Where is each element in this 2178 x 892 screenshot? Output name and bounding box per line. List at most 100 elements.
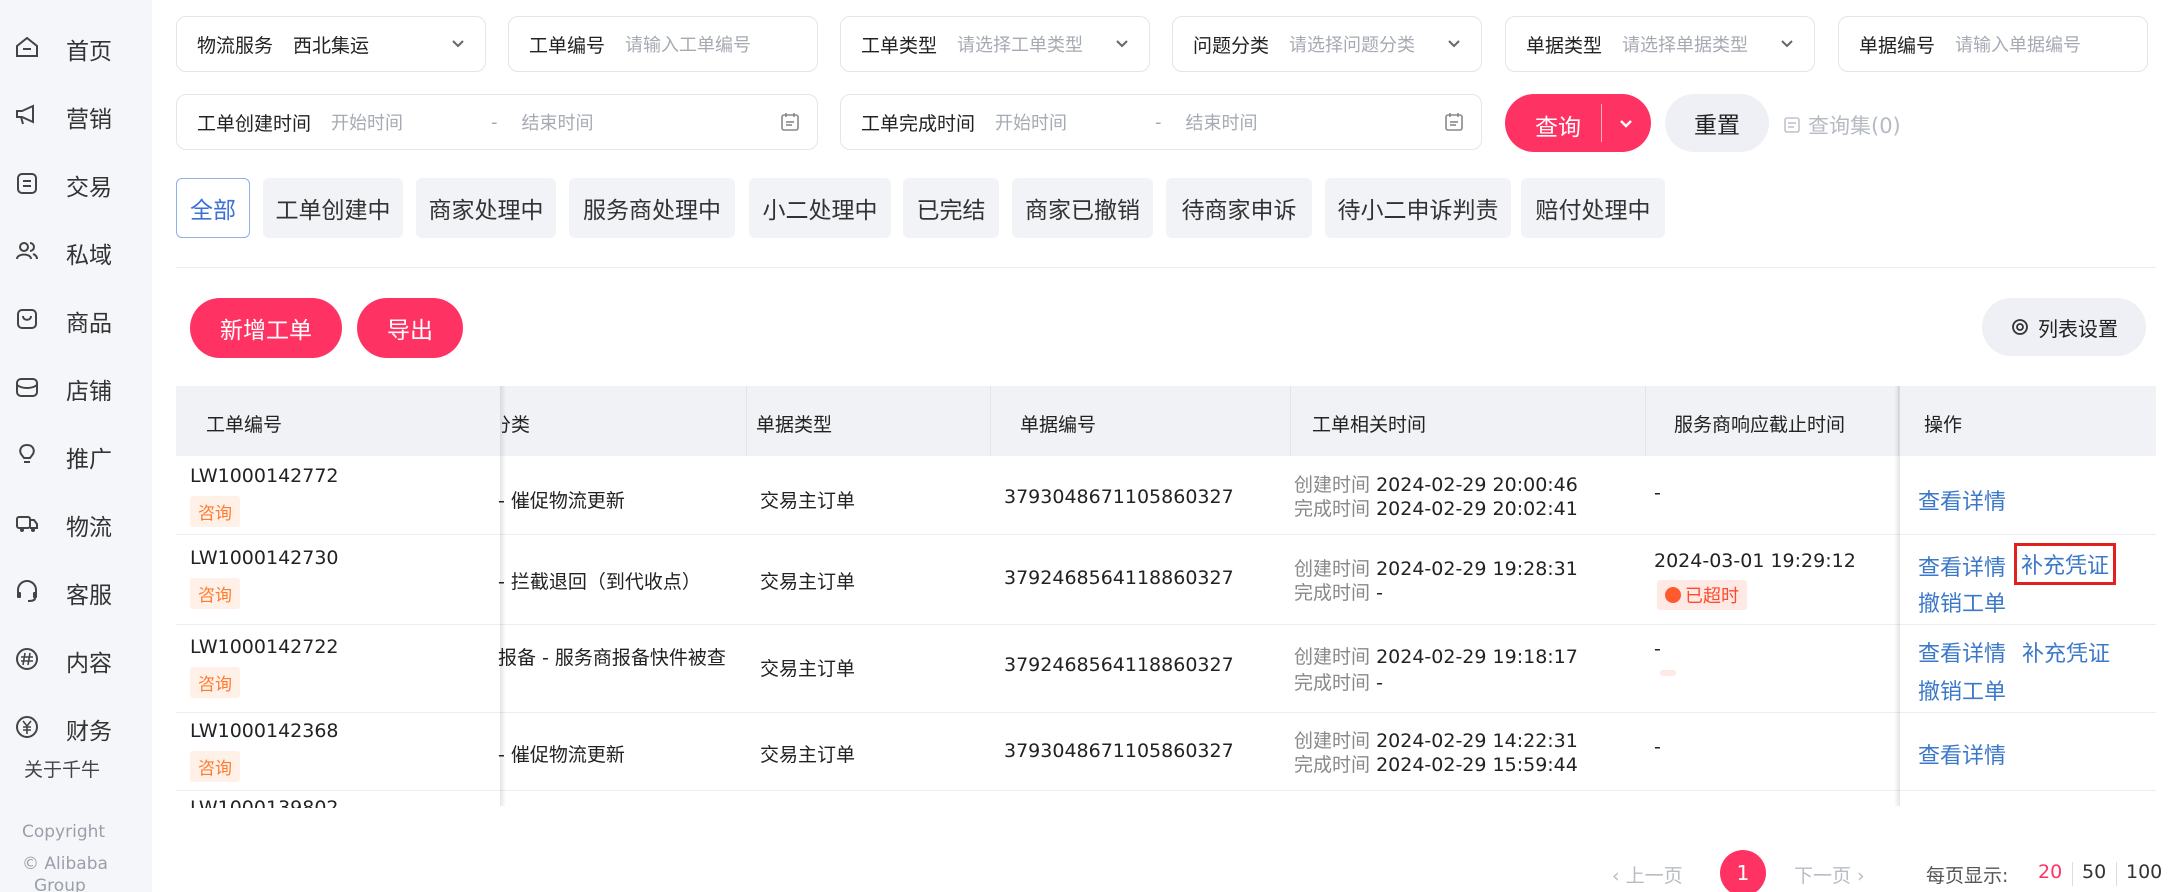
query-set-button[interactable]: 查询集(0) bbox=[1782, 110, 1901, 140]
filter-placeholder: 请输入工单编号 bbox=[625, 35, 752, 56]
column-separator bbox=[746, 386, 747, 456]
finished-time-range[interactable]: 工单完成时间 开始时间 - 结束时间 bbox=[840, 94, 1482, 150]
header-deadline: 服务商响应截止时间 bbox=[1674, 414, 1846, 436]
copyright-text: Copyright bbox=[22, 822, 106, 842]
doc-no-input[interactable]: 单据编号 请输入单据编号 bbox=[1838, 16, 2148, 72]
sidebar-item-trade[interactable]: 交易 bbox=[0, 162, 152, 202]
sidebar-item-finance[interactable]: 财务 bbox=[0, 706, 152, 746]
logistics-service-select[interactable]: 物流服务 西北集运 bbox=[176, 16, 486, 72]
page-size-option[interactable]: 50 bbox=[2082, 861, 2106, 883]
finished-value: 2024-02-29 15:59:44 bbox=[1376, 754, 1578, 776]
overdue-badge: 已超时 bbox=[1657, 580, 1747, 610]
cancel-ticket-link[interactable]: 撤销工单 bbox=[1918, 674, 2006, 706]
tab-compensation-processing[interactable]: 赔付处理中 bbox=[1521, 178, 1665, 238]
ticket-no-input[interactable]: 工单编号 请输入工单编号 bbox=[508, 16, 818, 72]
gear-icon bbox=[2012, 319, 2028, 335]
type-tag: 咨询 bbox=[190, 751, 240, 782]
sidebar-item-store[interactable]: 店铺 bbox=[0, 366, 152, 406]
finished-label: 完成时间 bbox=[1294, 582, 1371, 604]
about-link[interactable]: 关于千牛 bbox=[24, 755, 100, 782]
created-label: 创建时间 bbox=[1294, 646, 1371, 668]
new-ticket-button[interactable]: 新增工单 bbox=[190, 298, 342, 358]
end-time-placeholder: 结束时间 bbox=[521, 113, 594, 134]
sidebar-item-promotion[interactable]: 推广 bbox=[0, 434, 152, 474]
reset-button[interactable]: 重置 bbox=[1665, 94, 1769, 152]
doc-no-text: 3793048671105860327 bbox=[1004, 486, 1234, 508]
ticket-id: LW1000142368 bbox=[190, 720, 339, 742]
tab-merchant-cancelled[interactable]: 商家已撤销 bbox=[1012, 178, 1153, 238]
sidebar: 首页 营销 交易 私域 商品 店铺 推广 物流 客服 内容 财务 关于千牛 Co… bbox=[0, 0, 152, 892]
chevron-down-icon bbox=[1116, 40, 1128, 48]
page-size-option[interactable]: 100 bbox=[2126, 861, 2162, 883]
view-details-link[interactable]: 查看详情 bbox=[1918, 636, 2006, 668]
add-evidence-link[interactable]: 补充凭证 bbox=[2014, 543, 2117, 585]
split-divider bbox=[1601, 104, 1602, 142]
tab-merchant-processing[interactable]: 商家处理中 bbox=[416, 178, 556, 238]
sidebar-item-goods[interactable]: 商品 bbox=[0, 298, 152, 338]
row-divider bbox=[176, 790, 2156, 791]
tab-finished[interactable]: 已完结 bbox=[903, 178, 999, 238]
view-details-link[interactable]: 查看详情 bbox=[1918, 484, 2006, 516]
finished-value: - bbox=[1376, 672, 1383, 694]
users-icon bbox=[14, 238, 40, 264]
sidebar-item-content[interactable]: 内容 bbox=[0, 638, 152, 678]
add-evidence-link[interactable]: 补充凭证 bbox=[2022, 636, 2110, 668]
doc-type-text: 交易主订单 bbox=[760, 744, 856, 766]
sidebar-item-marketing[interactable]: 营销 bbox=[0, 94, 152, 134]
sidebar-item-label: 营销 bbox=[66, 107, 112, 133]
page-size-label: 每页显示: bbox=[1926, 865, 2009, 887]
filter-label: 工单创建时间 bbox=[197, 112, 312, 135]
receipt-icon bbox=[14, 170, 40, 196]
category-text: 报备 - 服务商报备快件被查 bbox=[498, 647, 726, 669]
ticket-id: LW1000142772 bbox=[190, 465, 339, 487]
calendar-icon bbox=[781, 113, 799, 131]
prev-page-button[interactable]: ‹ 上一页 bbox=[1612, 861, 1683, 888]
filter-placeholder: 请选择问题分类 bbox=[1289, 35, 1416, 56]
filter-label: 工单编号 bbox=[529, 34, 606, 57]
sidebar-item-label: 交易 bbox=[66, 175, 112, 201]
query-button[interactable]: 查询 bbox=[1505, 94, 1651, 152]
sidebar-item-label: 商品 bbox=[66, 311, 112, 337]
deadline-text: - bbox=[1654, 638, 1661, 660]
filter-label: 工单完成时间 bbox=[861, 112, 976, 135]
cancel-ticket-link[interactable]: 撤销工单 bbox=[1918, 586, 2006, 618]
next-page-button[interactable]: 下一页 › bbox=[1794, 861, 1865, 888]
sidebar-item-logistics[interactable]: 物流 bbox=[0, 502, 152, 542]
tab-all[interactable]: 全部 bbox=[176, 178, 250, 238]
type-tag: 咨询 bbox=[190, 578, 240, 609]
tab-provider-processing[interactable]: 服务商处理中 bbox=[569, 178, 735, 238]
tab-await-staff-judgement[interactable]: 待小二申诉判责 bbox=[1325, 178, 1511, 238]
view-details-link[interactable]: 查看详情 bbox=[1918, 738, 2006, 770]
yuan-icon bbox=[14, 714, 40, 740]
tab-staff-processing[interactable]: 小二处理中 bbox=[749, 178, 891, 238]
chevron-down-icon bbox=[1781, 40, 1793, 48]
sidebar-item-home[interactable]: 首页 bbox=[0, 26, 152, 66]
created-time-range[interactable]: 工单创建时间 开始时间 - 结束时间 bbox=[176, 94, 818, 150]
column-settings-button[interactable]: 列表设置 bbox=[1982, 298, 2146, 356]
category-text: - 拦截退回（到代收点） bbox=[498, 571, 701, 593]
row-divider bbox=[176, 534, 2156, 535]
sidebar-item-label: 店铺 bbox=[66, 379, 112, 405]
chevron-down-icon bbox=[1448, 40, 1460, 48]
page-size-option[interactable]: 20 bbox=[2038, 861, 2062, 883]
tab-creating[interactable]: 工单创建中 bbox=[263, 178, 403, 238]
page-number-current[interactable]: 1 bbox=[1720, 850, 1766, 892]
copyright-owner: © Alibaba bbox=[22, 854, 108, 874]
end-time-placeholder: 结束时间 bbox=[1185, 113, 1258, 134]
tab-await-merchant-appeal[interactable]: 待商家申诉 bbox=[1166, 178, 1312, 238]
doc-type-text: 交易主订单 bbox=[760, 490, 856, 512]
issue-category-select[interactable]: 问题分类 请选择问题分类 bbox=[1172, 16, 1482, 72]
sidebar-item-private[interactable]: 私域 bbox=[0, 230, 152, 270]
filter-label: 物流服务 bbox=[197, 34, 274, 57]
created-label: 创建时间 bbox=[1294, 730, 1371, 752]
finished-time: 完成时间 - bbox=[1294, 668, 1383, 695]
ticket-type-select[interactable]: 工单类型 请选择工单类型 bbox=[840, 16, 1150, 72]
chevron-down-icon[interactable] bbox=[1617, 114, 1635, 132]
doc-type-select[interactable]: 单据类型 请选择单据类型 bbox=[1505, 16, 1815, 72]
export-button[interactable]: 导出 bbox=[357, 298, 463, 358]
deadline-text: - bbox=[1654, 482, 1661, 504]
sidebar-item-service[interactable]: 客服 bbox=[0, 570, 152, 610]
view-details-link[interactable]: 查看详情 bbox=[1918, 550, 2006, 582]
start-time-placeholder: 开始时间 bbox=[331, 113, 404, 134]
query-set-icon bbox=[1784, 117, 1800, 133]
